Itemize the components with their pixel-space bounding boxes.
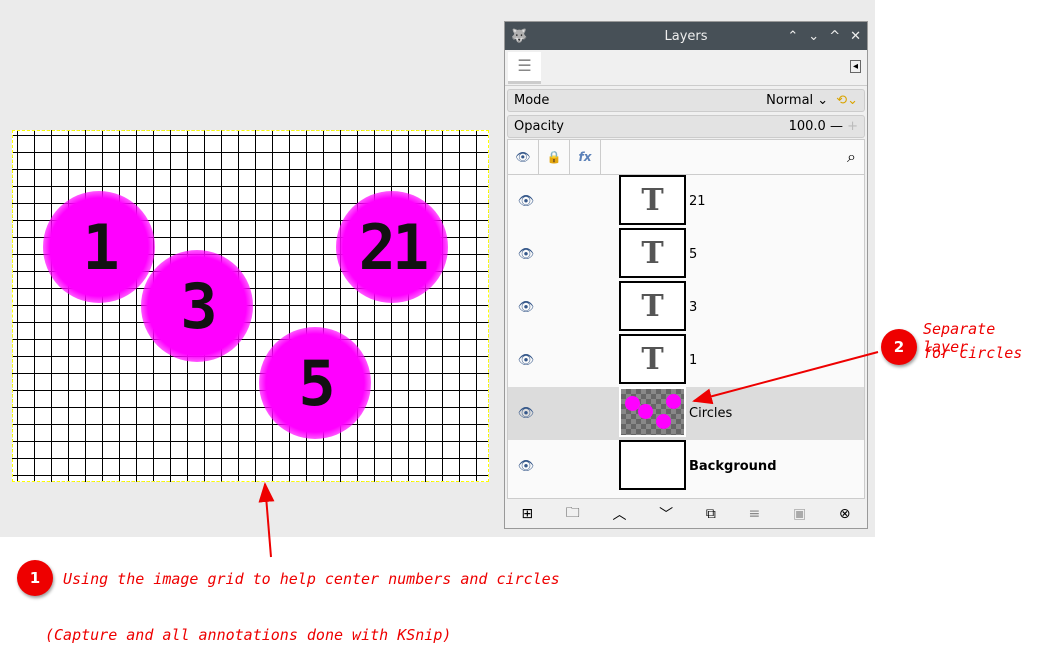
arrow-to-circles-layer (692, 351, 879, 405)
annotation-note-1: Using the image grid to help center numb… (63, 570, 560, 588)
annotation-badge-1: 1 (17, 560, 53, 596)
annotation-badge-2: 2 (881, 329, 917, 365)
annotation-arrows (258, 351, 879, 558)
annotation-note-2-line2: for circles (923, 344, 1023, 362)
annotation-footer: (Capture and all annotations done with K… (45, 626, 452, 644)
arrow-to-grid (258, 482, 275, 558)
